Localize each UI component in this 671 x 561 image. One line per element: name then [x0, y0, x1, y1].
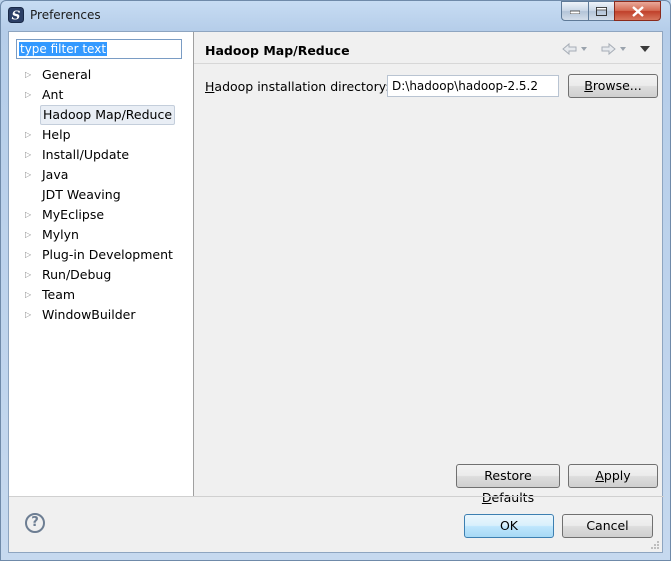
- hadoop-dir-input[interactable]: D:\hadoop\hadoop-2.5.2: [387, 75, 559, 97]
- tree-item-help[interactable]: ▷ Help: [9, 125, 192, 145]
- expand-arrow-icon[interactable]: ▷: [25, 225, 35, 245]
- expand-arrow-icon[interactable]: ▷: [25, 65, 35, 85]
- expand-arrow-icon[interactable]: ▷: [25, 265, 35, 285]
- tree-item-label: Help: [42, 127, 71, 142]
- expand-arrow-icon[interactable]: ▷: [25, 205, 35, 225]
- tree-item-general[interactable]: ▷ General: [9, 65, 192, 85]
- preference-tree: ▷ General ▷ Ant Hadoop Map/Reduce ▷ Help ▷ Insta…: [9, 65, 192, 325]
- preferences-window: S Preferences type filter text ▷ General ▷…: [0, 0, 671, 561]
- expand-arrow-icon[interactable]: ▷: [25, 145, 35, 165]
- tree-item-mylyn[interactable]: ▷ Mylyn: [9, 225, 192, 245]
- tree-item-java[interactable]: ▷ Java: [9, 165, 192, 185]
- tree-item-myeclipse[interactable]: ▷ MyEclipse: [9, 205, 192, 225]
- restore-rest: efaults: [491, 490, 535, 505]
- browse-button[interactable]: Browse...: [568, 74, 658, 98]
- button-bar-separator: [9, 496, 664, 497]
- view-menu-icon: [640, 46, 650, 52]
- maximize-icon: [596, 6, 607, 16]
- title-bar[interactable]: S Preferences: [1, 1, 670, 30]
- preference-navigation-panel: type filter text ▷ General ▷ Ant Hadoop Map/…: [9, 32, 194, 496]
- tree-item-team[interactable]: ▷ Team: [9, 285, 192, 305]
- ok-button[interactable]: OK: [464, 514, 554, 538]
- filter-text: type filter text: [19, 42, 108, 56]
- tree-item-jdt-weaving[interactable]: JDT Weaving: [9, 185, 192, 205]
- tree-item-label: General: [42, 67, 92, 82]
- back-button[interactable]: [561, 41, 589, 59]
- apply-mnemonic: A: [595, 468, 604, 483]
- minimize-icon: [570, 10, 580, 14]
- expand-arrow-icon[interactable]: ▷: [25, 285, 35, 305]
- filter-input[interactable]: type filter text: [16, 39, 182, 59]
- tree-item-label: Plug-in Development: [42, 247, 173, 262]
- hadoop-dir-label: Hadoop installation directory:: [205, 79, 389, 94]
- resize-grip-icon[interactable]: [650, 540, 660, 550]
- tree-item-label: WindowBuilder: [42, 307, 136, 322]
- window-title: Preferences: [30, 8, 101, 22]
- restore-mnemonic: D: [481, 490, 492, 505]
- tree-item-label: Java: [42, 167, 69, 182]
- hadoop-dir-mnemonic: H: [205, 79, 215, 94]
- title-separator: [194, 63, 661, 64]
- tree-item-label: Install/Update: [42, 147, 130, 162]
- tree-item-hadoop-map-reduce[interactable]: Hadoop Map/Reduce: [9, 105, 192, 125]
- close-icon: [631, 5, 644, 17]
- preference-page: Hadoop Map/Reduce Hadoop installation di…: [194, 32, 662, 505]
- apply-button[interactable]: Apply: [568, 464, 658, 488]
- tree-item-label: MyEclipse: [42, 207, 105, 222]
- view-menu-button[interactable]: [638, 41, 652, 59]
- tree-item-label: Hadoop Map/Reduce: [40, 105, 176, 125]
- apply-label: pply: [603, 468, 631, 483]
- tree-item-label: Team: [42, 287, 76, 302]
- tree-item-install-update[interactable]: ▷ Install/Update: [9, 145, 192, 165]
- page-title: Hadoop Map/Reduce: [205, 43, 350, 58]
- forward-arrow-icon: [601, 42, 626, 56]
- expand-arrow-icon[interactable]: ▷: [25, 125, 35, 145]
- dialog-client-area: type filter text ▷ General ▷ Ant Hadoop Map/…: [8, 31, 664, 553]
- minimize-button[interactable]: [561, 1, 589, 21]
- expand-arrow-icon[interactable]: ▷: [25, 85, 35, 105]
- expand-arrow-icon[interactable]: ▷: [25, 165, 35, 185]
- tree-item-windowbuilder[interactable]: ▷ WindowBuilder: [9, 305, 192, 325]
- expand-arrow-icon[interactable]: ▷: [25, 245, 35, 265]
- restore-defaults-button[interactable]: Restore Defaults: [456, 464, 560, 505]
- cancel-button[interactable]: Cancel: [562, 514, 653, 538]
- tree-item-plug-in-development[interactable]: ▷ Plug-in Development: [9, 245, 192, 265]
- close-button[interactable]: [614, 1, 661, 21]
- hadoop-dir-label-text: adoop installation directory:: [214, 79, 390, 94]
- forward-button[interactable]: [600, 41, 628, 59]
- browse-label: rowse...: [592, 78, 642, 93]
- tree-item-label: JDT Weaving: [42, 187, 121, 202]
- tree-item-label: Mylyn: [42, 227, 79, 242]
- maximize-button[interactable]: [588, 1, 615, 21]
- tree-item-label: Run/Debug: [42, 267, 112, 282]
- help-icon[interactable]: ?: [25, 513, 45, 533]
- svg-text:S: S: [12, 9, 21, 23]
- tree-item-ant[interactable]: ▷ Ant: [9, 85, 192, 105]
- expand-arrow-icon[interactable]: ▷: [25, 305, 35, 325]
- restore-prefix: Restore: [484, 468, 532, 483]
- tree-item-label: Ant: [42, 87, 64, 102]
- tree-item-run-debug[interactable]: ▷ Run/Debug: [9, 265, 192, 285]
- back-arrow-icon: [562, 42, 587, 56]
- eclipse-app-icon: S: [8, 7, 24, 23]
- browse-mnemonic: B: [584, 78, 593, 93]
